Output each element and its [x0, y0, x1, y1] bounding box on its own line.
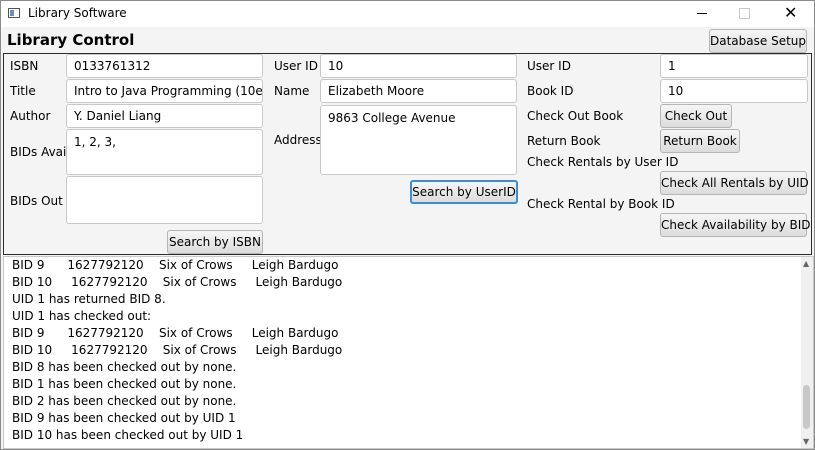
app-icon — [8, 8, 20, 18]
check-availability-by-bid-button[interactable]: Check Availability by BID — [660, 213, 811, 237]
check-out-button[interactable]: Check Out — [660, 104, 732, 128]
maximize-icon — [739, 8, 750, 19]
minimize-icon — [697, 13, 707, 14]
database-setup-button[interactable]: Database Setup — [709, 29, 807, 53]
rental-user-id-label: User ID — [527, 59, 571, 73]
author-field[interactable]: Y. Daniel Liang — [66, 104, 263, 128]
window-title: Library Software — [28, 6, 127, 20]
check-out-book-label: Check Out Book — [527, 109, 624, 123]
maximize-button[interactable] — [739, 1, 785, 27]
name-label: Name — [274, 84, 310, 98]
title-label: Title — [10, 84, 36, 98]
close-button[interactable]: ✕ — [784, 1, 815, 27]
address-label: Address — [274, 133, 322, 147]
author-label: Author — [10, 109, 51, 123]
bids-avail-field[interactable]: 1, 2, 3, — [66, 129, 263, 175]
book-id-field[interactable]: 10 — [660, 79, 808, 103]
name-field[interactable]: Elizabeth Moore — [320, 79, 517, 103]
return-book-label: Return Book — [527, 134, 601, 148]
search-by-userid-button[interactable]: Search by UserID — [410, 180, 518, 204]
return-book-button[interactable]: Return Book — [660, 129, 740, 153]
log-line: BID 1 has been checked out by none. — [12, 377, 237, 391]
isbn-field[interactable]: 0133761312 — [66, 54, 263, 78]
rentals-by-uid-label: Check Rentals by User ID — [527, 155, 679, 169]
log-line: BID 2 has been checked out by none. — [12, 394, 237, 408]
scroll-down-icon[interactable]: ▼ — [803, 437, 809, 446]
log-line: BID 8 has been checked out by none. — [12, 360, 237, 374]
scroll-up-icon[interactable]: ▲ — [803, 259, 809, 268]
book-id-label: Book ID — [527, 84, 574, 98]
log-line: BID 9 has been checked out by UID 1 — [12, 411, 236, 425]
minimize-button[interactable] — [697, 1, 743, 27]
close-icon: ✕ — [784, 3, 798, 22]
bids-avail-label: BIDs Avail — [10, 145, 70, 159]
user-id-field[interactable]: 10 — [320, 54, 517, 78]
title-bar: Library Software ✕ — [1, 1, 814, 27]
log-line: UID 1 has returned BID 8. — [12, 292, 166, 306]
check-all-rentals-by-uid-button[interactable]: Check All Rentals by UID — [660, 171, 809, 195]
title-field[interactable]: Intro to Java Programming (10e) — [66, 79, 263, 103]
user-id-label: User ID — [274, 59, 318, 73]
log-line: BID 10 1627792120 Six of Crows Leigh Bar… — [12, 275, 343, 289]
log-line: UID 1 has checked out: — [12, 309, 152, 323]
page-title: Library Control — [7, 31, 135, 49]
address-field[interactable]: 9863 College Avenue — [320, 105, 517, 175]
log-scrollbar[interactable]: ▲ ▼ — [801, 257, 813, 448]
rental-by-bid-label: Check Rental by Book ID — [527, 197, 675, 211]
log-line: BID 9 1627792120 Six of Crows Leigh Bard… — [12, 326, 339, 340]
search-by-isbn-button[interactable]: Search by ISBN — [167, 230, 263, 254]
log-line: BID 9 1627792120 Six of Crows Leigh Bard… — [12, 258, 339, 272]
app-window: Library Software ✕ Library Control Datab… — [0, 0, 815, 450]
rental-user-id-field[interactable]: 1 — [660, 54, 808, 78]
scroll-thumb[interactable] — [803, 385, 810, 429]
control-panel: ISBN 0133761312 Title Intro to Java Prog… — [3, 53, 812, 255]
log-line: BID 10 has been checked out by UID 1 — [12, 428, 244, 442]
isbn-label: ISBN — [10, 59, 39, 73]
output-log[interactable]: BID 9 1627792120 Six of Crows Leigh Bard… — [3, 256, 814, 449]
log-line: BID 10 1627792120 Six of Crows Leigh Bar… — [12, 343, 343, 357]
bids-out-label: BIDs Out — [10, 194, 63, 208]
bids-out-field[interactable] — [66, 176, 263, 224]
